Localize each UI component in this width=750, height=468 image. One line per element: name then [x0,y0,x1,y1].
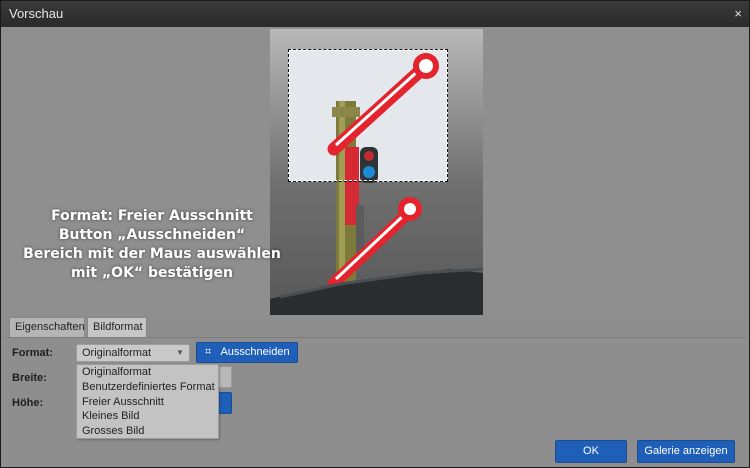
format-select-value: Originalformat [82,347,152,359]
dialog-title: Vorschau [9,6,64,21]
crop-icon: ⌗ [205,346,212,358]
format-dropdown-list: Originalformat Benutzerdefiniertes Forma… [76,364,219,439]
dropdown-option[interactable]: Kleines Bild [77,409,218,424]
preview-image[interactable] [270,29,483,315]
instruction-line: mit „OK“ bestätigen [71,265,233,281]
instruction-line: Bereich mit der Maus auswählen [23,246,281,262]
format-label: Format: [12,347,53,359]
bildformat-panel: Format: Originalformat ▼ ⌗ Ausschneiden … [7,337,745,465]
dropdown-option[interactable]: Freier Ausschnitt [77,395,218,410]
crop-selection-rectangle[interactable] [288,49,448,182]
width-label: Breite: [12,372,47,384]
instruction-line: Button „Ausschneiden“ [58,227,246,243]
height-input[interactable] [219,392,232,414]
tab-eigenschaften[interactable]: Eigenschaften [9,317,85,337]
instruction-line: Format: Freier Ausschnitt [51,208,253,224]
image-preview-area: Format: Freier Ausschnitt Button „Aussch… [7,29,745,315]
format-select[interactable]: Originalformat ▼ [76,344,190,362]
ausschneiden-button[interactable]: ⌗ Ausschneiden [196,342,298,363]
ausschneiden-button-label: Ausschneiden [220,346,290,358]
instruction-overlay: Format: Freier Ausschnitt Button „Aussch… [17,207,287,283]
close-icon[interactable]: × [734,6,742,21]
height-label: Höhe: [12,397,44,409]
title-bar[interactable]: Vorschau × [1,1,749,27]
dropdown-option[interactable]: Originalformat [77,365,218,380]
ok-button[interactable]: OK [555,440,627,463]
galerie-anzeigen-button[interactable]: Galerie anzeigen [637,440,735,463]
dropdown-option[interactable]: Benutzerdefiniertes Format [77,380,218,395]
dropdown-option[interactable]: Grosses Bild [77,424,218,439]
width-input[interactable] [219,366,232,388]
tab-bildformat[interactable]: Bildformat [87,317,147,337]
preview-dialog: Vorschau × Format: Freier Ausschnitt But… [0,0,750,468]
chevron-down-icon: ▼ [176,348,184,357]
